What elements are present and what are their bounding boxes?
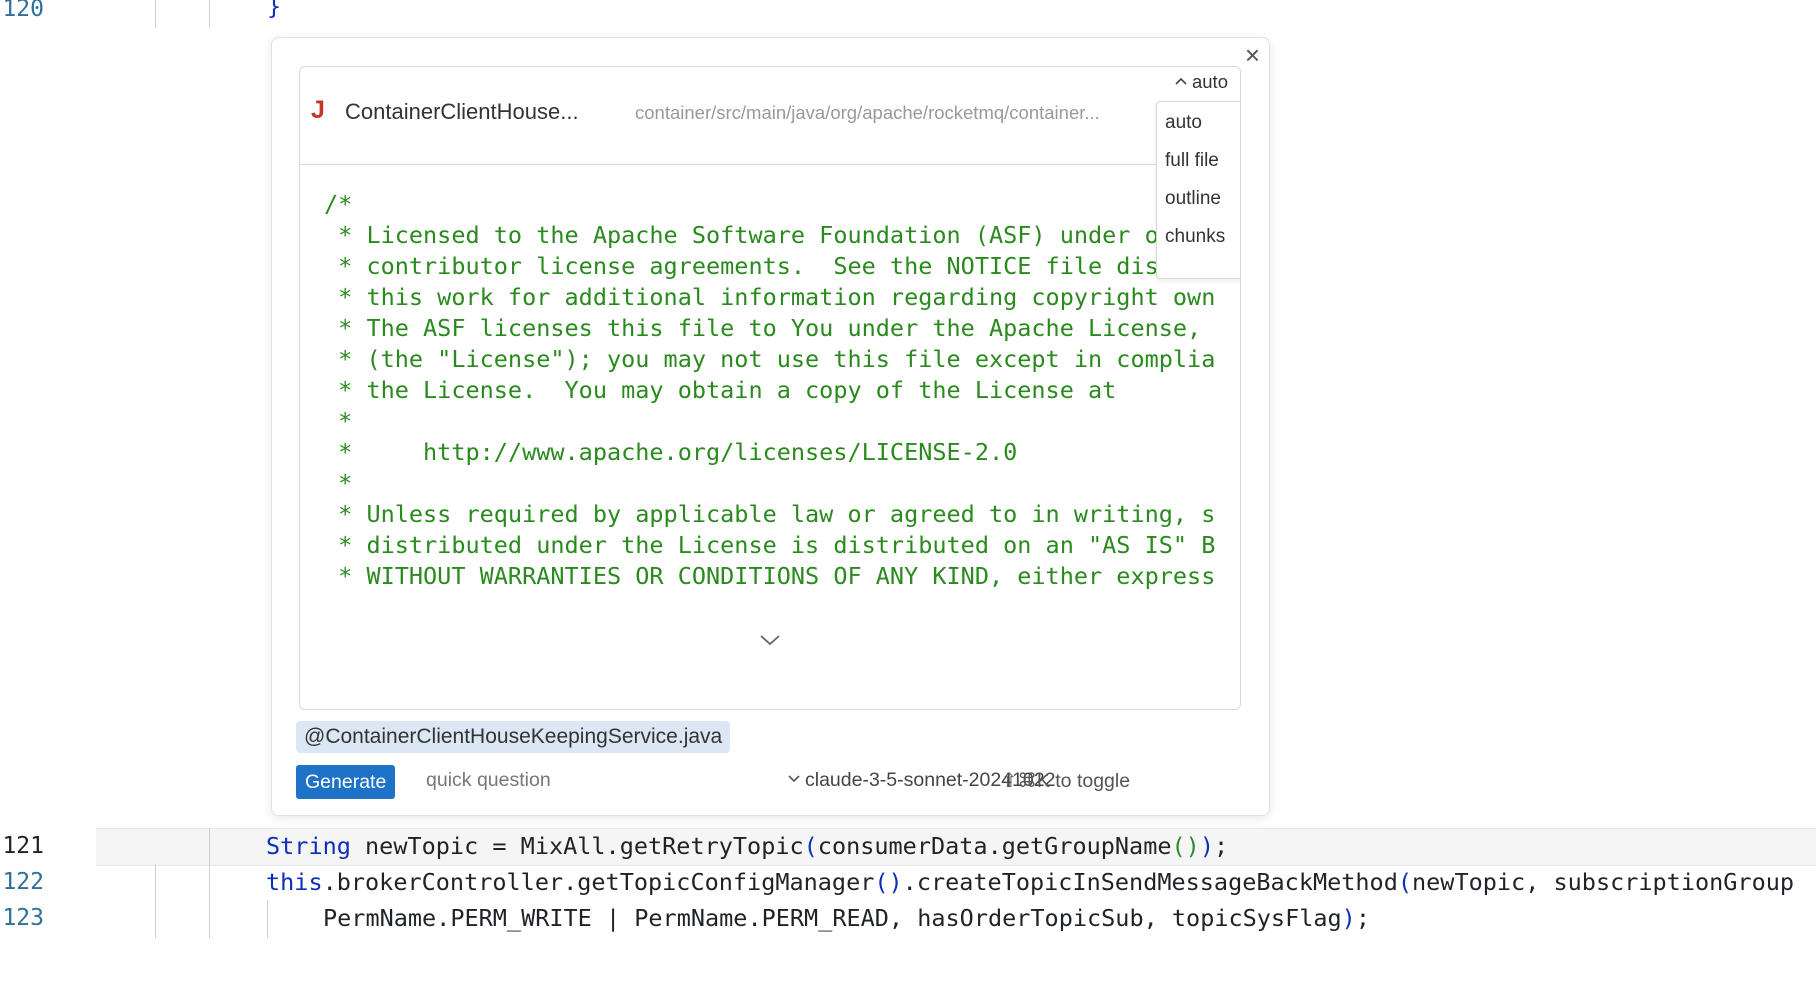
code-line: }	[267, 0, 282, 20]
file-path: container/src/main/java/org/apache/rocke…	[635, 102, 1100, 123]
mode-option-outline[interactable]: outline	[1165, 188, 1221, 210]
preview-line: * The ASF licenses this file to You unde…	[338, 314, 1216, 342]
code-line: PermName.PERM_WRITE | PermName.PERM_READ…	[323, 904, 1370, 932]
file-context-card: J ContainerClientHouse... container/src/…	[299, 66, 1241, 710]
file-preview[interactable]: /* * Licensed to the Apache Software Fou…	[300, 165, 1240, 709]
code-line: String newTopic = MixAll.getRetryTopic(c…	[266, 832, 1229, 860]
file-name[interactable]: ContainerClientHouse...	[345, 99, 579, 125]
file-header: J ContainerClientHouse... container/src/…	[300, 67, 1240, 165]
mode-option-full-file[interactable]: full file	[1165, 150, 1219, 172]
preview-line: * Unless required by applicable law or a…	[324, 500, 1216, 528]
quick-question-button[interactable]: quick question	[426, 769, 551, 792]
mode-option-chunks[interactable]: chunks	[1165, 226, 1225, 248]
file-mention-chip[interactable]: @ContainerClientHouseKeepingService.java	[296, 721, 731, 753]
preview-line: /*	[324, 190, 353, 218]
inline-prompt-panel: × J ContainerClientHouse... container/sr…	[271, 37, 1270, 816]
chevron-down-icon	[788, 775, 800, 783]
preview-line: * Licensed to the Apache Software Founda…	[324, 221, 1216, 249]
preview-line: * WITHOUT WARRANTIES OR CONDITIONS OF AN…	[338, 562, 1216, 590]
close-icon[interactable]: ×	[1245, 42, 1260, 68]
preview-line: * http://www.apache.org/licenses/LICENSE…	[324, 438, 1018, 466]
context-mode-value: auto	[1191, 71, 1228, 92]
preview-line: * this work for additional information r…	[324, 283, 1216, 311]
context-mode-menu: auto full file outline chunks	[1156, 101, 1240, 279]
preview-line: * contributor license agreements. See th…	[338, 252, 1216, 280]
preview-line: *	[324, 407, 353, 435]
mode-option-auto[interactable]: auto	[1165, 112, 1202, 134]
preview-line: * the License. You may obtain a copy of …	[324, 376, 1117, 404]
java-file-icon: J	[311, 96, 325, 124]
toggle-shortcut-hint: ⇧⌘K to toggle	[1001, 770, 1131, 792]
code-line: this.brokerController.getTopicConfigMana…	[266, 868, 1795, 896]
preview-line: * distributed under the License is distr…	[324, 531, 1216, 559]
chevron-down-icon[interactable]	[758, 631, 782, 649]
preview-line: * (the "License"); you may not use this …	[338, 345, 1216, 373]
preview-fade	[300, 615, 1240, 709]
preview-line: *	[324, 469, 353, 497]
generate-button[interactable]: Generate	[296, 765, 396, 799]
chevron-up-icon	[1175, 77, 1187, 85]
context-mode-toggle[interactable]: auto	[1174, 71, 1228, 93]
